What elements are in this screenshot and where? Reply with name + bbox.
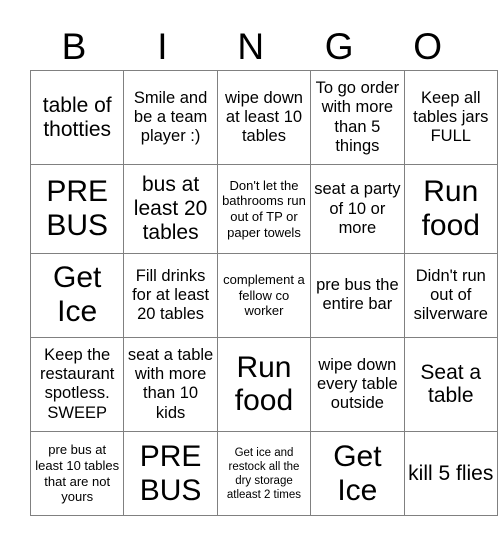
bingo-cell-g5[interactable]: Get Ice bbox=[310, 431, 405, 516]
bingo-cell-i2[interactable]: bus at least 20 tables bbox=[123, 164, 218, 254]
bingo-cell-b1[interactable]: table of thotties bbox=[29, 69, 125, 166]
bingo-cell-o4[interactable]: Seat a table bbox=[403, 336, 498, 433]
bingo-cell-b3[interactable]: Get Ice bbox=[29, 252, 125, 338]
bingo-cell-b5[interactable]: pre bus at least 10 tables that are not … bbox=[29, 431, 125, 516]
bingo-card: B I N G O table of thotties Smile and be… bbox=[29, 22, 498, 516]
bingo-cell-n3[interactable]: complement a fellow co worker bbox=[216, 252, 312, 338]
bingo-row: pre bus at least 10 tables that are not … bbox=[29, 431, 498, 516]
bingo-row: Get Ice Fill drinks for at least 20 tabl… bbox=[29, 252, 498, 338]
bingo-cell-i1[interactable]: Smile and be a team player :) bbox=[123, 69, 218, 166]
bingo-cell-o1[interactable]: Keep all tables jars FULL bbox=[403, 69, 498, 166]
bingo-cell-i5[interactable]: PRE BUS bbox=[123, 431, 218, 516]
bingo-cell-n5[interactable]: Get ice and restock all the dry storage … bbox=[216, 431, 312, 516]
header-letter-n: N bbox=[237, 25, 265, 67]
bingo-row: PRE BUS bus at least 20 tables Don't let… bbox=[29, 164, 498, 254]
header-letter-g: G bbox=[324, 25, 355, 67]
bingo-cell-i3[interactable]: Fill drinks for at least 20 tables bbox=[123, 252, 218, 338]
bingo-cell-n2[interactable]: Don't let the bathrooms run out of TP or… bbox=[216, 164, 312, 254]
bingo-cell-b2[interactable]: PRE BUS bbox=[29, 164, 125, 254]
header-letter-i: I bbox=[157, 25, 168, 67]
bingo-cell-o2[interactable]: Run food bbox=[403, 164, 498, 254]
bingo-cell-b4[interactable]: Keep the restaurant spotless. SWEEP bbox=[29, 336, 125, 433]
bingo-cell-g2[interactable]: seat a party of 10 or more bbox=[310, 164, 405, 254]
bingo-cell-g3[interactable]: pre bus the entire bar bbox=[310, 252, 405, 338]
bingo-header: B I N G O bbox=[30, 22, 472, 70]
bingo-row: table of thotties Smile and be a team pl… bbox=[29, 69, 498, 166]
header-letter-b: B bbox=[61, 25, 87, 67]
bingo-cell-g1[interactable]: To go order with more than 5 things bbox=[310, 69, 405, 166]
header-letter-o: O bbox=[413, 25, 443, 67]
bingo-cell-o3[interactable]: Didn't run out of silverware bbox=[403, 252, 498, 338]
bingo-cell-g4[interactable]: wipe down every table outside bbox=[310, 336, 405, 433]
bingo-cell-n4[interactable]: Run food bbox=[216, 336, 312, 433]
bingo-cell-o5[interactable]: kill 5 flies bbox=[403, 431, 498, 516]
bingo-grid: table of thotties Smile and be a team pl… bbox=[29, 69, 498, 516]
bingo-cell-n1[interactable]: wipe down at least 10 tables bbox=[216, 69, 312, 166]
bingo-cell-i4[interactable]: seat a table with more than 10 kids bbox=[123, 336, 218, 433]
bingo-row: Keep the restaurant spotless. SWEEP seat… bbox=[29, 336, 498, 433]
